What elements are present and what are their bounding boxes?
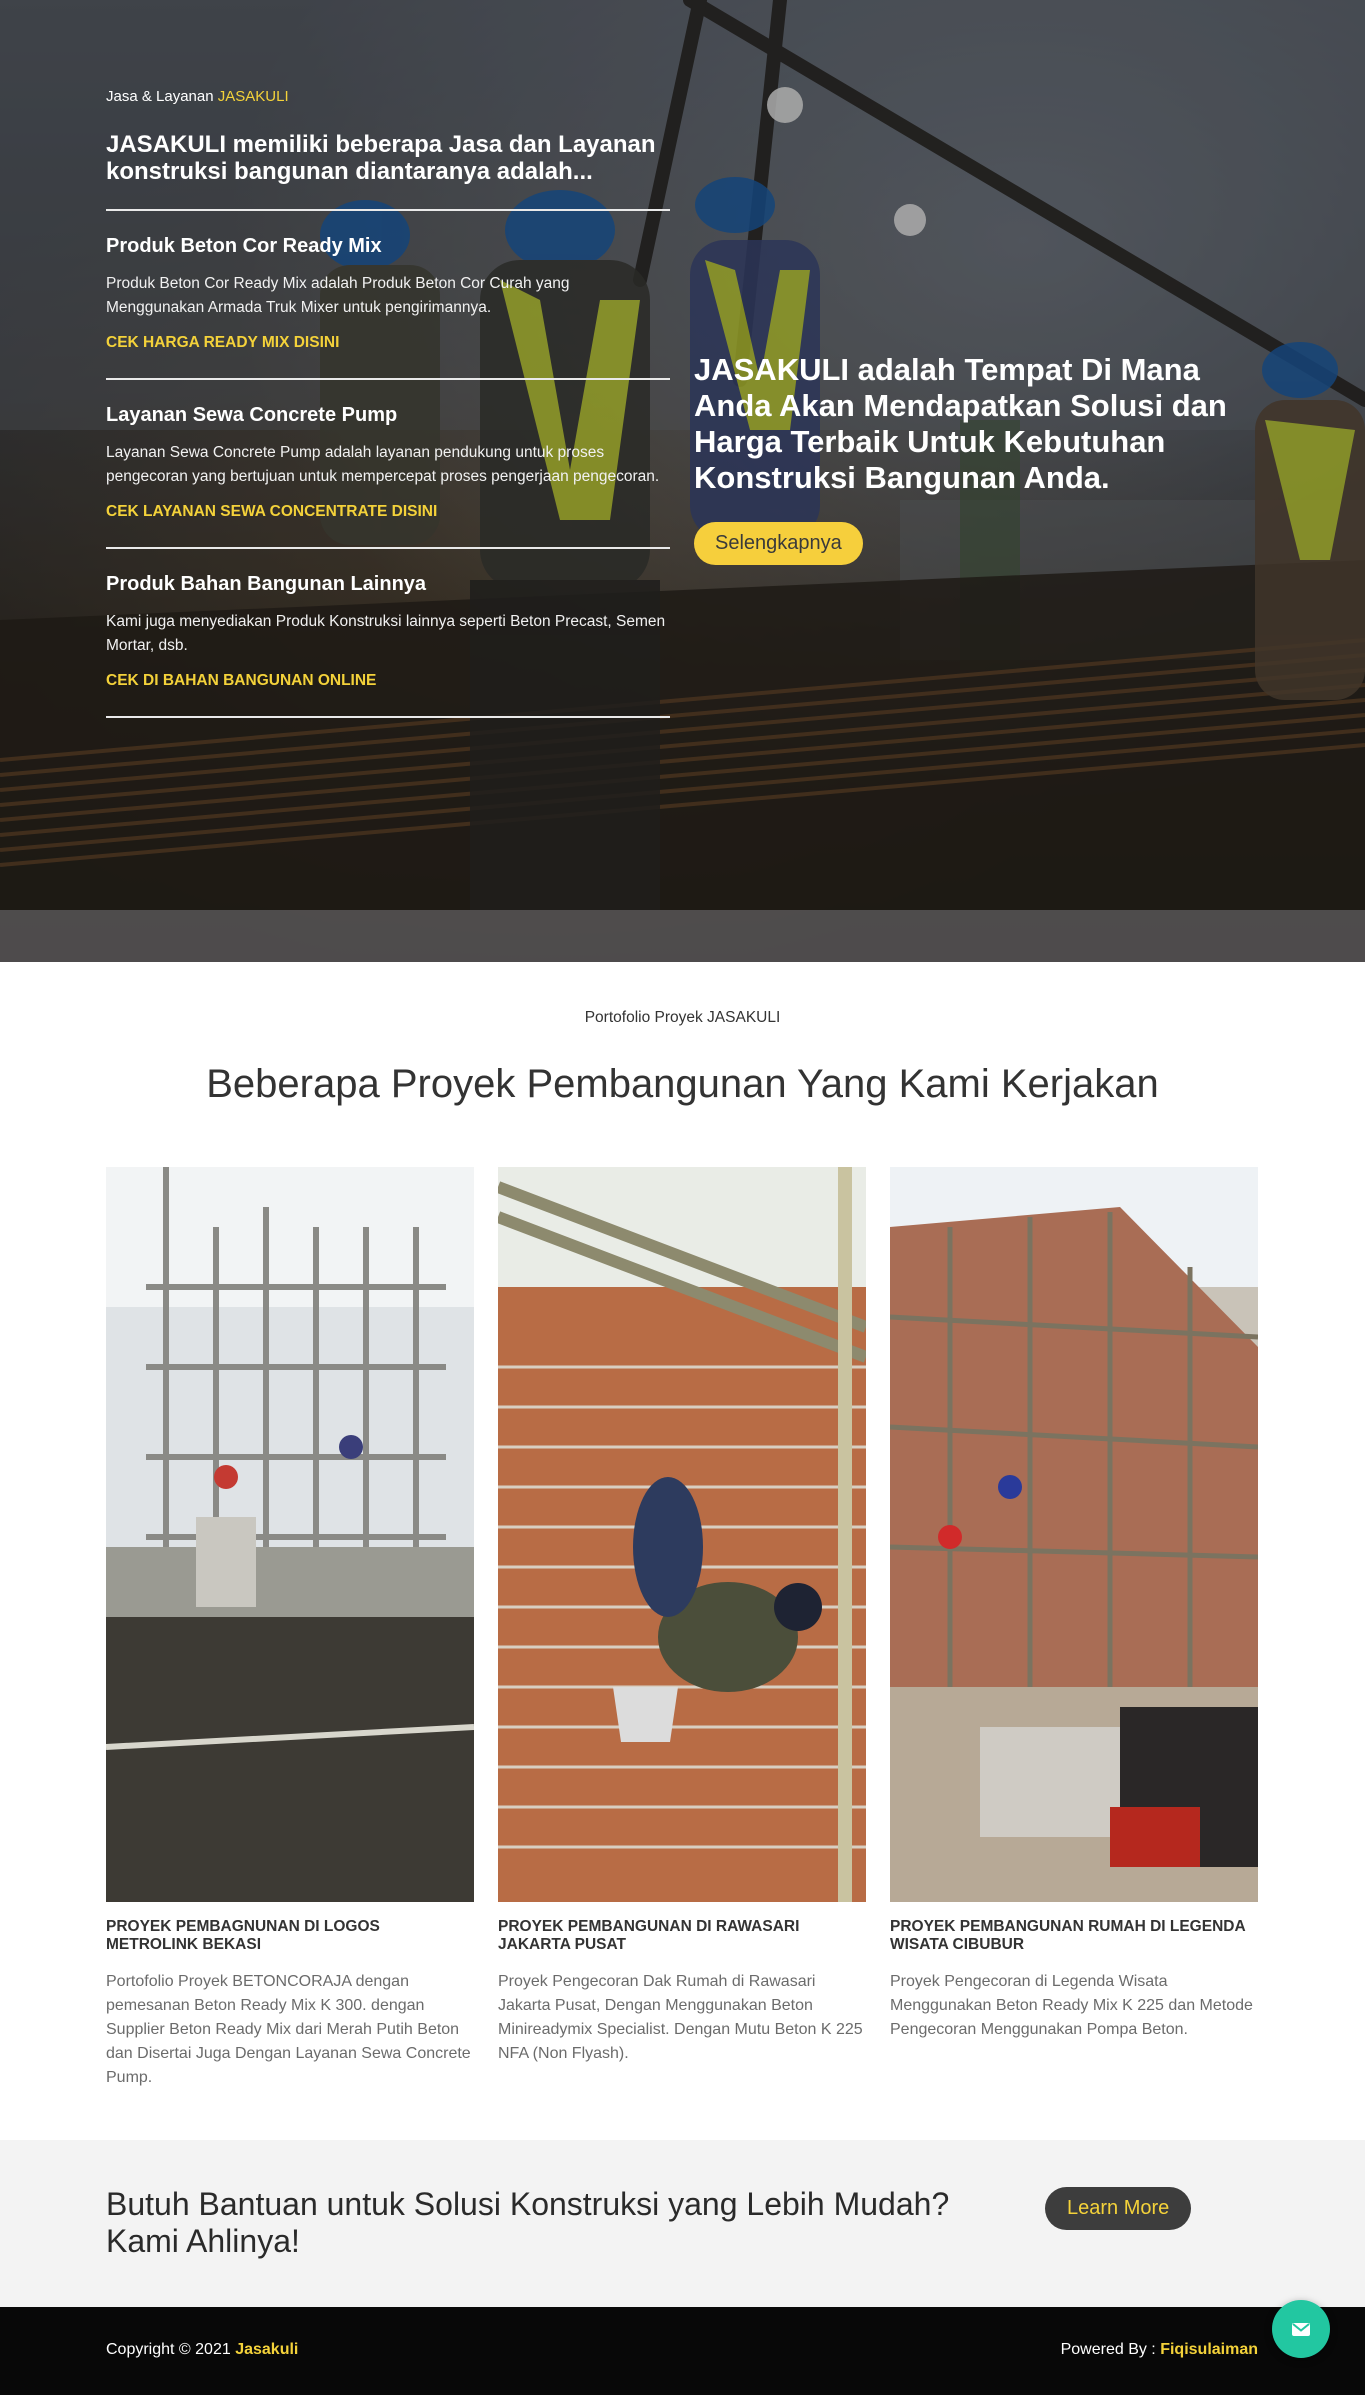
project-title: PROYEK PEMBAGNUNAN DI LOGOS METROLINK BE… [106,1918,380,1953]
service-description: Kami juga menyediakan Produk Konstruksi … [106,613,666,654]
copyright-text: Copyright © 2021 [106,2341,236,2358]
services-heading: JASAKULI memiliki beberapa Jasa dan Laya… [106,131,656,185]
project-photo [890,1167,1258,1902]
project-title: PROYEK PEMBANGUNAN RUMAH DI LEGENDA WISA… [890,1918,1246,1953]
project-card-legenda-wisata: PROYEK PEMBANGUNAN RUMAH DI LEGENDA WISA… [890,1167,1258,2042]
project-photo-scaffolding [106,1167,474,1902]
services-eyebrow-prefix: Jasa & Layanan [106,88,218,105]
chat-button[interactable] [1272,2300,1330,2358]
powered-by-link[interactable]: Fiqisulaiman [1160,2341,1258,2358]
footer-powered-by: Powered By : Fiqisulaiman [1061,2341,1258,2359]
project-photo [498,1167,866,1902]
services-column: Jasa & Layanan JASAKULI JASAKULI memilik… [106,88,670,718]
learn-more-button[interactable]: Learn More [1045,2187,1192,2230]
envelope-icon [1292,2323,1310,2336]
cta-section: Butuh Bantuan untuk Solusi Konstruksi ya… [0,2140,1365,2307]
cta-heading: Butuh Bantuan untuk Solusi Konstruksi ya… [106,2186,950,2259]
footer: Copyright © 2021 Jasakuli Powered By : F… [0,2300,1365,2395]
portfolio-section: Portofolio Proyek JASAKULI Beberapa Proy… [0,962,1365,2140]
service-title: Produk Bahan Bangunan Lainnya [106,573,427,595]
hero-headline-block: JASAKULI adalah Tempat Di Mana Anda Akan… [694,352,1274,565]
portfolio-heading: Beberapa Proyek Pembangunan Yang Kami Ke… [206,1062,1159,1106]
selengkapnya-button[interactable]: Selengkapnya [694,522,863,565]
service-description: Layanan Sewa Concrete Pump adalah layana… [106,444,660,485]
portfolio-eyebrow: Portofolio Proyek JASAKULI [584,1009,781,1026]
project-title: PROYEK PEMBANGUNAN DI RAWASARI JAKARTA P… [498,1918,800,1953]
project-card-logos-metrolink: PROYEK PEMBAGNUNAN DI LOGOS METROLINK BE… [106,1167,474,2090]
service-item-building-materials: Produk Bahan Bangunan Lainnya Kami juga … [106,547,670,718]
service-link-concrete-pump[interactable]: CEK LAYANAN SEWA CONCENTRATE DISINI [106,503,437,521]
service-title: Produk Beton Cor Ready Mix [106,235,382,257]
services-eyebrow: Jasa & Layanan JASAKULI [106,88,670,105]
services-eyebrow-brand: JASAKULI [217,88,289,105]
service-link-building-materials[interactable]: CEK DI BAHAN BANGUNAN ONLINE [106,672,376,690]
service-item-concrete-pump: Layanan Sewa Concrete Pump Layanan Sewa … [106,378,670,547]
copyright-brand-link[interactable]: Jasakuli [235,2341,298,2358]
hero-bottom-strip [0,910,1365,962]
service-link-ready-mix[interactable]: CEK HARGA READY MIX DISINI [106,334,339,352]
project-description: Proyek Pengecoran Dak Rumah di Rawasari … [498,1973,863,2062]
footer-copyright: Copyright © 2021 Jasakuli [106,2341,298,2359]
service-item-ready-mix: Produk Beton Cor Ready Mix Produk Beton … [106,209,670,378]
project-photo-brick-wall [498,1167,866,1902]
project-card-rawasari: PROYEK PEMBANGUNAN DI RAWASARI JAKARTA P… [498,1167,866,2066]
project-photo-house-construction [890,1167,1258,1902]
powered-by-text: Powered By : [1060,2341,1161,2358]
hero-headline: JASAKULI adalah Tempat Di Mana Anda Akan… [694,352,1227,495]
service-title: Layanan Sewa Concrete Pump [106,404,398,426]
service-description: Produk Beton Cor Ready Mix adalah Produk… [106,275,570,316]
project-description: Portofolio Proyek BETONCORAJA dengan pem… [106,1973,471,2086]
hero-section: Jasa & Layanan JASAKULI JASAKULI memilik… [0,0,1365,962]
project-description: Proyek Pengecoran di Legenda Wisata Meng… [890,1973,1253,2038]
project-photo [106,1167,474,1902]
